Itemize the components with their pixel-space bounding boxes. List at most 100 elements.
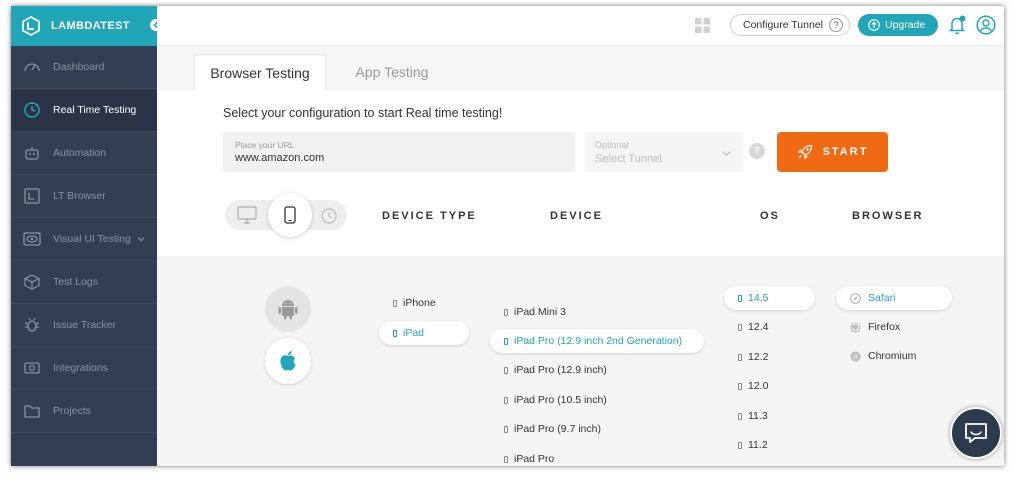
- sidebar-item-test-logs[interactable]: Test Logs: [11, 261, 157, 304]
- column-header-browser: BROWSER: [852, 210, 924, 222]
- folder-icon: [24, 405, 40, 418]
- lambdatest-logo-icon: [22, 16, 40, 36]
- os-version-item[interactable]: 12.2: [738, 345, 768, 369]
- device-type-label: iPhone: [403, 297, 436, 309]
- app-window: LAMBDATEST Dashboard Real Time Testing A…: [11, 6, 1004, 466]
- os-version-label: 12.4: [748, 321, 769, 333]
- notification-bell-icon[interactable]: [948, 15, 966, 35]
- device-type-item-ipad[interactable]: iPad: [379, 321, 469, 345]
- os-version-item[interactable]: 12.0: [738, 374, 768, 398]
- android-platform-button[interactable]: [265, 286, 311, 332]
- configuration-panel: Select your configuration to start Real …: [157, 90, 1004, 256]
- mobile-toggle-option[interactable]: [268, 193, 312, 237]
- url-field-label: Place your URL: [235, 140, 295, 150]
- os-version-label: 12.2: [748, 351, 769, 363]
- tab-app-testing[interactable]: App Testing: [342, 54, 442, 90]
- rocket-icon: [797, 144, 812, 160]
- ios-platform-button[interactable]: [265, 338, 311, 384]
- sidebar-item-integrations[interactable]: Integrations: [11, 347, 157, 390]
- tunnel-select[interactable]: Optional Select Tunnel: [585, 132, 743, 172]
- device-label: iPad Pro (10.5 inch): [514, 394, 607, 406]
- sidebar-item-label: Real Time Testing: [53, 104, 137, 116]
- sidebar-item-label: Projects: [53, 405, 91, 417]
- sidebar-item-label: Visual UI Testing: [53, 233, 131, 245]
- sidebar-item-label: Test Logs: [53, 276, 98, 288]
- sidebar-item-visual-ui-testing[interactable]: Visual UI Testing: [11, 218, 157, 261]
- tab-browser-testing[interactable]: Browser Testing: [194, 54, 326, 90]
- column-header-device-type: DEVICE TYPE: [382, 210, 477, 222]
- timer-icon[interactable]: [319, 206, 339, 224]
- selection-lists: iPhone iPad iPad Mini 3 iPad Pro (12.9 i…: [157, 256, 1004, 466]
- device-square-icon: [504, 337, 508, 345]
- device-item[interactable]: iPad Pro (12.9 inch): [504, 358, 607, 382]
- upgrade-label: Upgrade: [885, 19, 926, 31]
- dashboard-icon: [24, 63, 40, 72]
- apple-icon: [280, 351, 296, 371]
- device-square-icon: [504, 308, 508, 316]
- configuration-prompt: Select your configuration to start Real …: [223, 106, 503, 120]
- help-icon[interactable]: ?: [829, 18, 843, 32]
- firefox-icon: [850, 322, 861, 332]
- configure-tunnel-button[interactable]: Configure Tunnel ?: [730, 14, 850, 36]
- top-bar: Configure Tunnel ? Upgrade: [157, 6, 1004, 46]
- sidebar-item-automation[interactable]: Automation: [11, 132, 157, 175]
- robot-icon: [25, 147, 39, 160]
- browser-item-firefox[interactable]: Firefox: [850, 315, 900, 339]
- sidebar: LAMBDATEST Dashboard Real Time Testing A…: [11, 6, 164, 466]
- bug-icon: [24, 317, 40, 332]
- device-square-icon: [738, 382, 742, 390]
- tunnel-select-value: Select Tunnel: [595, 153, 662, 165]
- chromium-icon: [850, 351, 861, 361]
- sidebar-item-label: Dashboard: [53, 61, 105, 73]
- os-version-item[interactable]: 11.3: [738, 404, 768, 428]
- apps-grid-icon[interactable]: [695, 18, 710, 33]
- url-input[interactable]: [235, 152, 555, 164]
- arrow-up-circle-icon: [868, 19, 880, 31]
- eye-icon: [23, 232, 41, 246]
- sidebar-item-label: LT Browser: [53, 190, 106, 202]
- device-item[interactable]: iPad Pro (10.5 inch): [504, 388, 607, 412]
- sidebar-item-lt-browser[interactable]: LT Browser: [11, 175, 157, 218]
- sidebar-item-dashboard[interactable]: Dashboard: [11, 46, 157, 89]
- device-square-icon: [393, 329, 397, 337]
- sidebar-item-label: Automation: [53, 147, 107, 159]
- plug-icon: [24, 362, 40, 374]
- mobile-icon: [284, 206, 296, 224]
- device-item[interactable]: iPad Pro (9.7 inch): [504, 417, 601, 441]
- desktop-icon[interactable]: [237, 206, 257, 224]
- chevron-down-icon: [137, 237, 145, 242]
- os-version-item-selected[interactable]: 14.5: [724, 286, 815, 310]
- url-field[interactable]: Place your URL: [223, 132, 575, 172]
- device-square-icon: [738, 441, 742, 449]
- chat-support-button[interactable]: [950, 407, 1002, 459]
- os-version-item[interactable]: 12.4: [738, 315, 768, 339]
- browser-item-chromium[interactable]: Chromium: [850, 344, 916, 368]
- device-type-item-iphone[interactable]: iPhone: [393, 291, 436, 315]
- browser-label: Chromium: [868, 350, 917, 362]
- browser-item-safari[interactable]: Safari: [836, 286, 952, 310]
- device-square-icon: [738, 412, 742, 420]
- browser-label: Safari: [868, 292, 896, 304]
- device-item-selected[interactable]: iPad Pro (12.9 inch 2nd Generation): [490, 329, 704, 353]
- device-label: iPad Mini 3: [514, 306, 566, 318]
- testing-tabs: Browser Testing App Testing: [157, 46, 1004, 90]
- os-version-item[interactable]: 11.2: [738, 433, 768, 457]
- clock-icon: [24, 102, 40, 118]
- sidebar-item-projects[interactable]: Projects: [11, 390, 157, 433]
- tunnel-help-icon[interactable]: ?: [749, 143, 765, 159]
- user-avatar-icon[interactable]: [976, 15, 996, 35]
- brand-bar: LAMBDATEST: [11, 6, 164, 46]
- upgrade-button[interactable]: Upgrade: [858, 14, 938, 36]
- sidebar-item-label: Issue Tracker: [53, 319, 117, 331]
- sidebar-item-issue-tracker[interactable]: Issue Tracker: [11, 304, 157, 347]
- device-square-icon: [738, 294, 742, 302]
- device-item[interactable]: iPad Pro: [504, 447, 554, 466]
- sidebar-item-real-time-testing[interactable]: Real Time Testing: [11, 89, 157, 132]
- device-label: iPad Pro (12.9 inch): [514, 364, 607, 376]
- safari-icon: [850, 292, 861, 304]
- start-label: START: [822, 146, 869, 158]
- start-button[interactable]: START: [777, 132, 888, 172]
- device-item[interactable]: iPad Mini 3: [504, 300, 566, 324]
- column-header-os: OS: [760, 210, 780, 222]
- browser-label: Firefox: [868, 321, 901, 333]
